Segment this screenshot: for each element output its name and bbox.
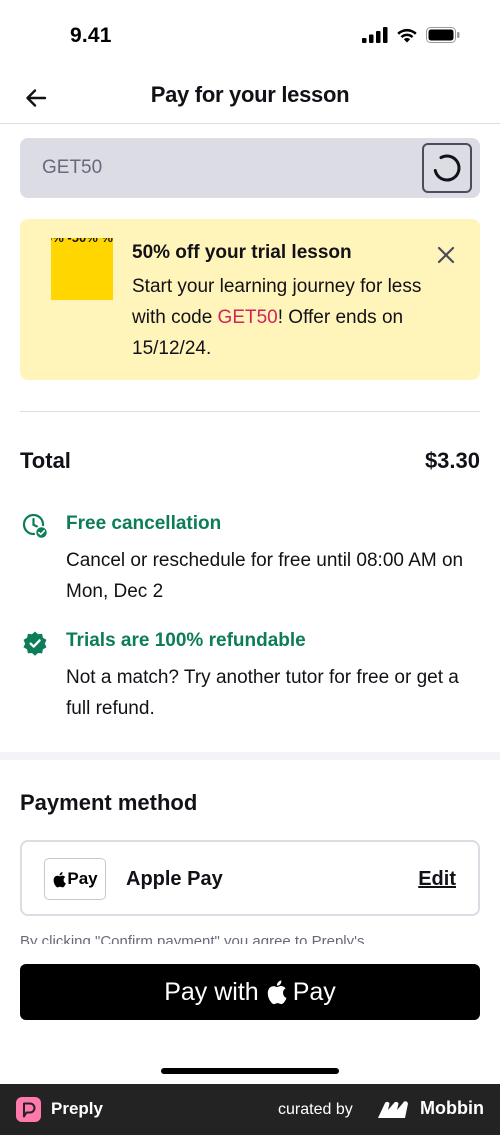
- attribution-bar: Preply curated by Mobbin: [0, 1084, 500, 1135]
- pay-with-apple-pay-button[interactable]: Pay with Pay: [20, 964, 480, 1020]
- mobbin-brand-name: Mobbin: [420, 1098, 484, 1118]
- cellular-signal-icon: [362, 27, 388, 43]
- preply-brand-name: Preply: [51, 1099, 103, 1118]
- apple-pay-badge-text: Pay: [67, 869, 98, 888]
- feature-description: Not a match? Try another tutor for free …: [66, 667, 459, 719]
- divider: [20, 411, 480, 412]
- payment-method-card[interactable]: Pay Apple Pay Edit: [20, 840, 480, 916]
- coupon-field: [20, 138, 480, 198]
- promo-code: GET50: [217, 307, 278, 328]
- payment-method-heading: Payment method: [20, 790, 198, 815]
- preply-logo-icon: [16, 1097, 41, 1122]
- apple-logo-icon: [54, 871, 67, 887]
- promo-banner: 0% -50% % -50% - -50% -50 50% -50% 50% o…: [20, 219, 480, 380]
- verified-badge-icon: [23, 631, 47, 656]
- feature-title: Free cancellation: [66, 513, 222, 534]
- apply-coupon-button[interactable]: [422, 143, 472, 193]
- close-promo-button[interactable]: [434, 243, 458, 267]
- page-title: Pay for your lesson: [150, 82, 350, 107]
- discount-image: 0% -50% % -50% - -50% -50 50% -50%: [51, 238, 113, 300]
- coupon-code-input[interactable]: [42, 138, 402, 198]
- clock-check-icon: [22, 513, 48, 539]
- status-time: 9.41: [70, 24, 112, 47]
- mobbin-logo-icon: [378, 1101, 408, 1118]
- feature-title: Trials are 100% refundable: [66, 630, 306, 651]
- section-separator: [0, 752, 500, 760]
- promo-title: 50% off your trial lesson: [132, 242, 352, 263]
- checkout-footer: Pay with Pay: [0, 944, 500, 1084]
- edit-payment-link[interactable]: Edit: [418, 868, 456, 891]
- home-indicator[interactable]: [161, 1068, 339, 1074]
- total-value: $3.30: [424, 448, 480, 473]
- terms-text: By clicking "Confirm payment" you agree …: [20, 933, 365, 944]
- apple-logo-icon: [267, 980, 287, 1005]
- preply-mark-icon: [23, 1102, 36, 1117]
- loading-spinner-icon: [433, 154, 461, 182]
- status-bar: 9.41: [0, 0, 500, 72]
- pay-button-prefix: Pay with: [164, 977, 259, 1006]
- battery-icon: [426, 27, 460, 43]
- total-label: Total: [20, 448, 71, 473]
- pay-button-suffix: Pay: [292, 977, 336, 1006]
- close-icon: [437, 246, 455, 264]
- wifi-icon: [397, 28, 417, 43]
- promo-body: Start your learning journey for less wit…: [132, 271, 432, 364]
- curated-by-text: curated by: [278, 1101, 353, 1118]
- discount-image-text: 0% -50% % -50% - -50% -50 50% -50%: [51, 238, 113, 246]
- payment-method-name: Apple Pay: [126, 868, 223, 890]
- apple-pay-badge: Pay: [44, 858, 106, 900]
- feature-description: Cancel or reschedule for free until 08:0…: [66, 550, 464, 602]
- status-icons: [362, 27, 460, 43]
- nav-header: Pay for your lesson: [0, 72, 500, 124]
